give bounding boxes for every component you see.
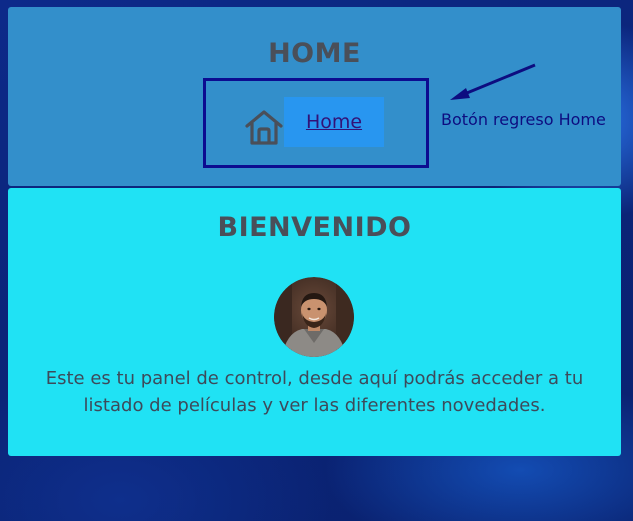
welcome-title: BIENVENIDO: [217, 212, 412, 243]
home-panel: HOME Home Botón regreso Home: [8, 7, 621, 186]
welcome-description: Este es tu panel de control, desde aquí …: [45, 368, 584, 416]
avatar: [274, 277, 354, 357]
home-link[interactable]: Home: [306, 111, 362, 133]
home-button[interactable]: Home: [284, 97, 384, 147]
annotation-arrow-icon: [450, 63, 536, 100]
annotation-label: Botón regreso Home: [441, 110, 606, 129]
home-icon[interactable]: [244, 108, 284, 146]
welcome-panel: BIENVENIDO Este es tu panel de control, …: [8, 188, 621, 456]
